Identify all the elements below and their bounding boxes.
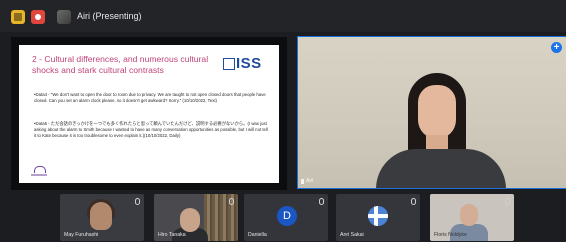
participant-name: Hiro Tanaka xyxy=(158,232,186,238)
participant-face xyxy=(460,204,478,226)
mic-icon xyxy=(411,198,416,205)
participant-face xyxy=(180,208,200,232)
slide-title: 2 - Cultural differences, and numerous c… xyxy=(32,54,209,75)
mic-icon xyxy=(319,198,324,205)
participant-tile[interactable]: May Furuhashi xyxy=(60,194,144,241)
participant-face xyxy=(90,202,112,230)
iss-logo: ISS xyxy=(223,53,267,75)
reactions-icon[interactable] xyxy=(11,10,25,24)
participant-name: Daniella xyxy=(248,232,267,238)
mic-icon xyxy=(505,198,510,205)
presenter-avatar xyxy=(57,10,71,24)
presentation-slide: 2 - Cultural differences, and numerous c… xyxy=(19,45,279,183)
meeting-window: Airi (Presenting) 2 - Cultural differenc… xyxy=(0,0,566,242)
participant-tile[interactable]: D Daniella xyxy=(244,194,328,241)
slide-paragraph-data4: •Data4 - "We don't want to open the door… xyxy=(34,92,266,103)
speaker-face xyxy=(418,85,456,139)
participant-name: Anri Sakai xyxy=(340,232,364,238)
participant-name: Floris Noldyke xyxy=(434,232,467,238)
top-bar: Airi (Presenting) xyxy=(0,0,566,32)
participant-name: May Furuhashi xyxy=(64,232,99,238)
participant-tile[interactable]: Anri Sakai xyxy=(336,194,420,241)
stop-share-icon[interactable] xyxy=(31,10,45,24)
add-participant-icon[interactable]: + xyxy=(551,42,562,53)
speaker-name: Airi xyxy=(306,178,314,184)
speaker-body xyxy=(376,149,506,188)
slide-paragraph-data5: •Data5 - ただ会話のきっかけを一つでも多く作れたらと思って頼んでいたんだ… xyxy=(34,121,268,138)
flag-avatar-icon xyxy=(368,206,388,226)
mic-icon xyxy=(135,198,140,205)
mic-icon xyxy=(229,198,234,205)
iss-logo-icon xyxy=(223,58,235,70)
participant-tile[interactable]: Hiro Tanaka xyxy=(154,194,238,241)
pin-icon xyxy=(301,179,304,184)
presenter-label: Airi (Presenting) xyxy=(77,11,142,21)
avatar: D xyxy=(277,206,297,226)
iss-logo-text: ISS xyxy=(236,55,262,72)
shared-screen-panel: 2 - Cultural differences, and numerous c… xyxy=(11,37,287,190)
speaker-video[interactable]: + Airi xyxy=(297,36,566,189)
participant-tile[interactable]: Floris Noldyke xyxy=(430,194,514,241)
footer-logo-icon xyxy=(31,166,47,178)
